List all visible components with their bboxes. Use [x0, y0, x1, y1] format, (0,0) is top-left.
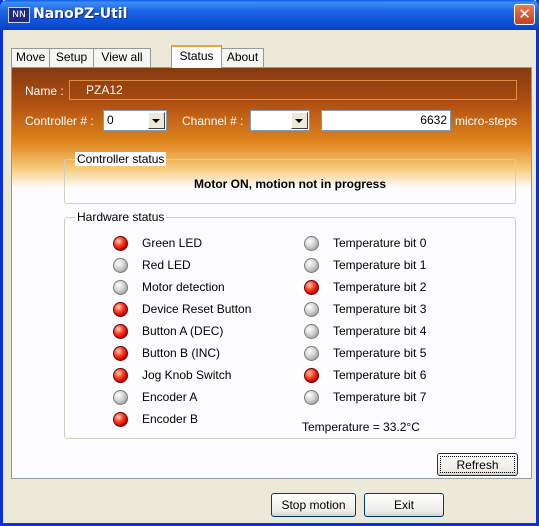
hardware-status-label: Button A (DEC) [142, 324, 224, 338]
hardware-status-label: Temperature bit 3 [333, 302, 427, 316]
tab-about[interactable]: About [221, 48, 264, 67]
hardware-status-title: Hardware status [75, 210, 167, 224]
hardware-status-label: Temperature bit 4 [333, 324, 427, 338]
hardware-status-label: Red LED [142, 258, 191, 272]
controller-select[interactable]: 0 [103, 110, 167, 131]
channel-select[interactable] [250, 110, 310, 131]
led-off-icon [304, 302, 319, 317]
stop-motion-button[interactable]: Stop motion [271, 493, 356, 517]
hardware-status-label: Encoder B [142, 412, 199, 426]
window-title: NanoPZ-Util [33, 6, 128, 22]
chevron-down-icon[interactable] [291, 112, 308, 129]
hardware-status-label: Motor detection [142, 280, 225, 294]
led-off-icon [113, 280, 128, 295]
refresh-button[interactable]: Refresh [437, 453, 518, 476]
controller-value: 0 [107, 113, 114, 127]
led-on-icon [113, 324, 128, 339]
led-off-icon [113, 258, 128, 273]
led-on-icon [113, 412, 128, 427]
hardware-status-label: Encoder A [142, 390, 198, 404]
name-value: PZA12 [86, 83, 123, 97]
position-unit: micro-steps [455, 114, 518, 128]
led-off-icon [304, 258, 319, 273]
exit-button[interactable]: Exit [364, 493, 444, 517]
led-on-icon [113, 236, 128, 251]
status-panel: Name : PZA12 Controller # : 0 Channel # … [11, 67, 532, 479]
led-off-icon [113, 390, 128, 405]
hardware-status-label: Jog Knob Switch [142, 368, 232, 382]
hardware-status-label: Temperature bit 0 [333, 236, 427, 250]
controller-status-group: Controller status Motor ON, motion not i… [64, 152, 516, 204]
hardware-status-label: Temperature bit 6 [333, 368, 427, 382]
app-icon: NN [8, 7, 30, 23]
refresh-button-label: Refresh [440, 456, 515, 473]
title-bar[interactable]: NN NanoPZ-Util ✕ [0, 0, 539, 30]
hardware-status-label: Temperature bit 2 [333, 280, 427, 294]
hardware-status-label: Button B (INC) [142, 346, 221, 360]
led-on-icon [113, 302, 128, 317]
controller-label: Controller # : [25, 114, 94, 128]
tab-setup[interactable]: Setup [49, 48, 94, 67]
hardware-status-label: Temperature bit 5 [333, 346, 427, 360]
led-off-icon [304, 236, 319, 251]
tab-status[interactable]: Status [171, 45, 222, 68]
name-label: Name : [25, 84, 64, 98]
led-off-icon [304, 390, 319, 405]
led-on-icon [113, 368, 128, 383]
led-on-icon [113, 346, 128, 361]
led-off-icon [304, 324, 319, 339]
close-button[interactable]: ✕ [514, 4, 535, 25]
channel-label: Channel # : [182, 114, 244, 128]
led-off-icon [304, 346, 319, 361]
hardware-status-label: Temperature bit 1 [333, 258, 427, 272]
led-on-icon [304, 280, 319, 295]
tab-move[interactable]: Move [11, 48, 50, 67]
controller-status-title: Controller status [75, 152, 167, 166]
temperature-readout: Temperature = 33.2°C [302, 420, 420, 434]
chevron-down-icon[interactable] [148, 112, 165, 129]
name-display: PZA12 [69, 80, 517, 100]
hardware-status-label: Device Reset Button [142, 302, 252, 316]
hardware-status-label: Green LED [142, 236, 203, 250]
hardware-status-group: Hardware status [64, 210, 516, 439]
position-field[interactable]: 6632 [321, 110, 451, 131]
app-window: NN NanoPZ-Util ✕ Move Setup View all Sta… [0, 0, 539, 526]
hardware-status-label: Temperature bit 7 [333, 390, 427, 404]
led-on-icon [304, 368, 319, 383]
motor-status-text: Motor ON, motion not in progress [194, 177, 386, 191]
tab-view-all[interactable]: View all [93, 48, 151, 67]
